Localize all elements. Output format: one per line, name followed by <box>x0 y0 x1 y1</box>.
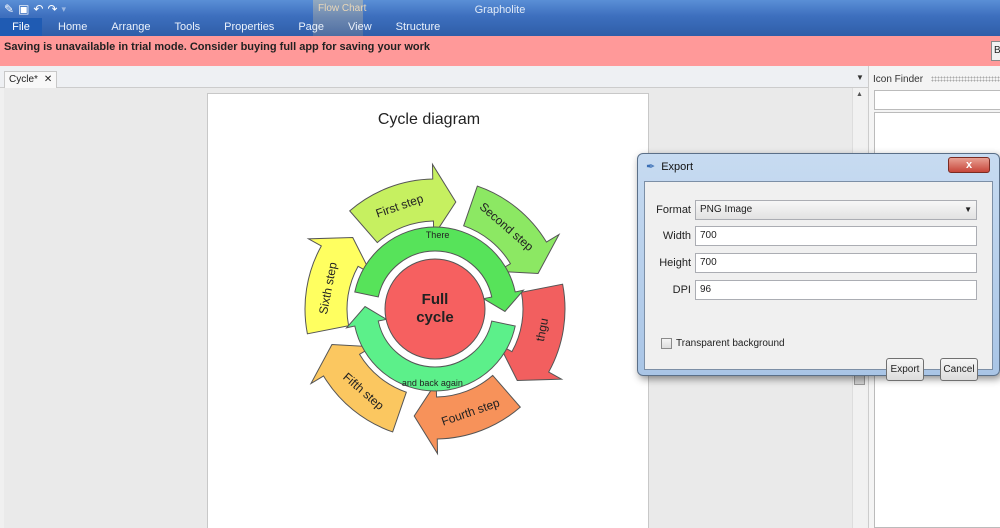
width-label: Width <box>662 229 691 242</box>
trial-message: Saving is unavailable in trial mode. Con… <box>4 41 431 53</box>
buy-button[interactable]: B <box>991 41 1000 61</box>
dialog-title: Export <box>661 160 694 173</box>
format-value: PNG Image <box>700 203 753 215</box>
trial-banner: Saving is unavailable in trial mode. Con… <box>0 36 1000 66</box>
redo-icon[interactable]: ↷ <box>47 2 57 16</box>
undo-icon[interactable]: ↶ <box>33 2 43 16</box>
tab-tools[interactable]: Tools <box>162 18 212 36</box>
center-label-line2: cycle <box>416 309 454 326</box>
export-button[interactable]: Export <box>886 358 924 381</box>
height-row: Height 700 <box>645 252 977 273</box>
tab-properties[interactable]: Properties <box>212 18 286 36</box>
tab-arrange[interactable]: Arrange <box>99 18 162 36</box>
tab-home[interactable]: Home <box>46 18 99 36</box>
transparent-background-checkbox[interactable]: Transparent background <box>661 338 785 349</box>
dialog-close-button[interactable]: x <box>948 157 990 173</box>
customize-qat-icon[interactable]: ▾ <box>62 2 67 16</box>
format-label: Format <box>656 203 691 216</box>
center-label-line1: Full <box>422 291 449 308</box>
diagram-page[interactable]: Cycle diagram First step Second step thgu F… <box>207 93 649 528</box>
quick-access-toolbar: ✎ ▣ ↶ ↷ ▾ <box>4 2 66 16</box>
transparent-background-label: Transparent background <box>676 338 785 349</box>
tab-page[interactable]: Page <box>286 18 336 36</box>
inner-arrow-label: There <box>426 230 450 240</box>
document-tab-label: Cycle* <box>9 74 38 85</box>
dpi-label: DPI <box>672 283 691 296</box>
dpi-input[interactable]: 96 <box>695 279 977 300</box>
tab-file[interactable]: File <box>0 18 42 36</box>
dialog-body: Format PNG Image ▼ Width 700 Height 700 … <box>644 181 993 381</box>
title-bar: Flow Chart Grapholite ✎ ▣ ↶ ↷ ▾ File Hom… <box>0 0 1000 36</box>
height-label: Height <box>659 256 691 269</box>
document-tab[interactable]: Cycle* ✕ <box>4 71 58 88</box>
format-row: Format PNG Image ▼ <box>645 199 977 220</box>
checkbox-box[interactable] <box>661 338 672 349</box>
feather-icon: ✒ <box>646 161 656 173</box>
close-icon[interactable]: ✕ <box>44 72 52 88</box>
chevron-down-icon: ▼ <box>964 204 972 214</box>
chevron-down-icon[interactable]: ▼ <box>856 73 864 82</box>
document-tab-strip: Cycle* ✕ ▼ <box>0 66 870 88</box>
panel-grip[interactable] <box>931 76 1000 82</box>
cycle-diagram[interactable]: Cycle diagram First step Second stepthguF… <box>208 94 650 528</box>
diagram-title[interactable]: Cycle diagram <box>378 111 480 128</box>
window-title: Grapholite <box>474 4 526 16</box>
cancel-button[interactable]: Cancel <box>940 358 978 381</box>
export-dialog: ✒ Export x Format PNG Image ▼ Width 700 … <box>637 153 1000 381</box>
scroll-up-icon[interactable]: ▲ <box>856 91 863 98</box>
tab-view[interactable]: View <box>336 18 384 36</box>
ribbon-tabs: File Home Arrange Tools Properties Page … <box>0 18 452 36</box>
icon-search-input[interactable] <box>874 90 1000 110</box>
tab-structure[interactable]: Structure <box>384 18 453 36</box>
save-icon[interactable]: ▣ <box>18 2 29 16</box>
app-icon[interactable]: ✎ <box>4 2 14 16</box>
width-row: Width 700 <box>645 225 977 246</box>
dpi-row: DPI 96 <box>645 279 977 300</box>
icon-finder-title: Icon Finder <box>873 74 924 85</box>
inner-arrow-label: and back again <box>402 378 463 388</box>
dialog-title-bar: ✒ Export <box>646 160 694 174</box>
width-input[interactable]: 700 <box>695 225 977 246</box>
format-select[interactable]: PNG Image ▼ <box>695 199 977 220</box>
height-input[interactable]: 700 <box>695 252 977 273</box>
